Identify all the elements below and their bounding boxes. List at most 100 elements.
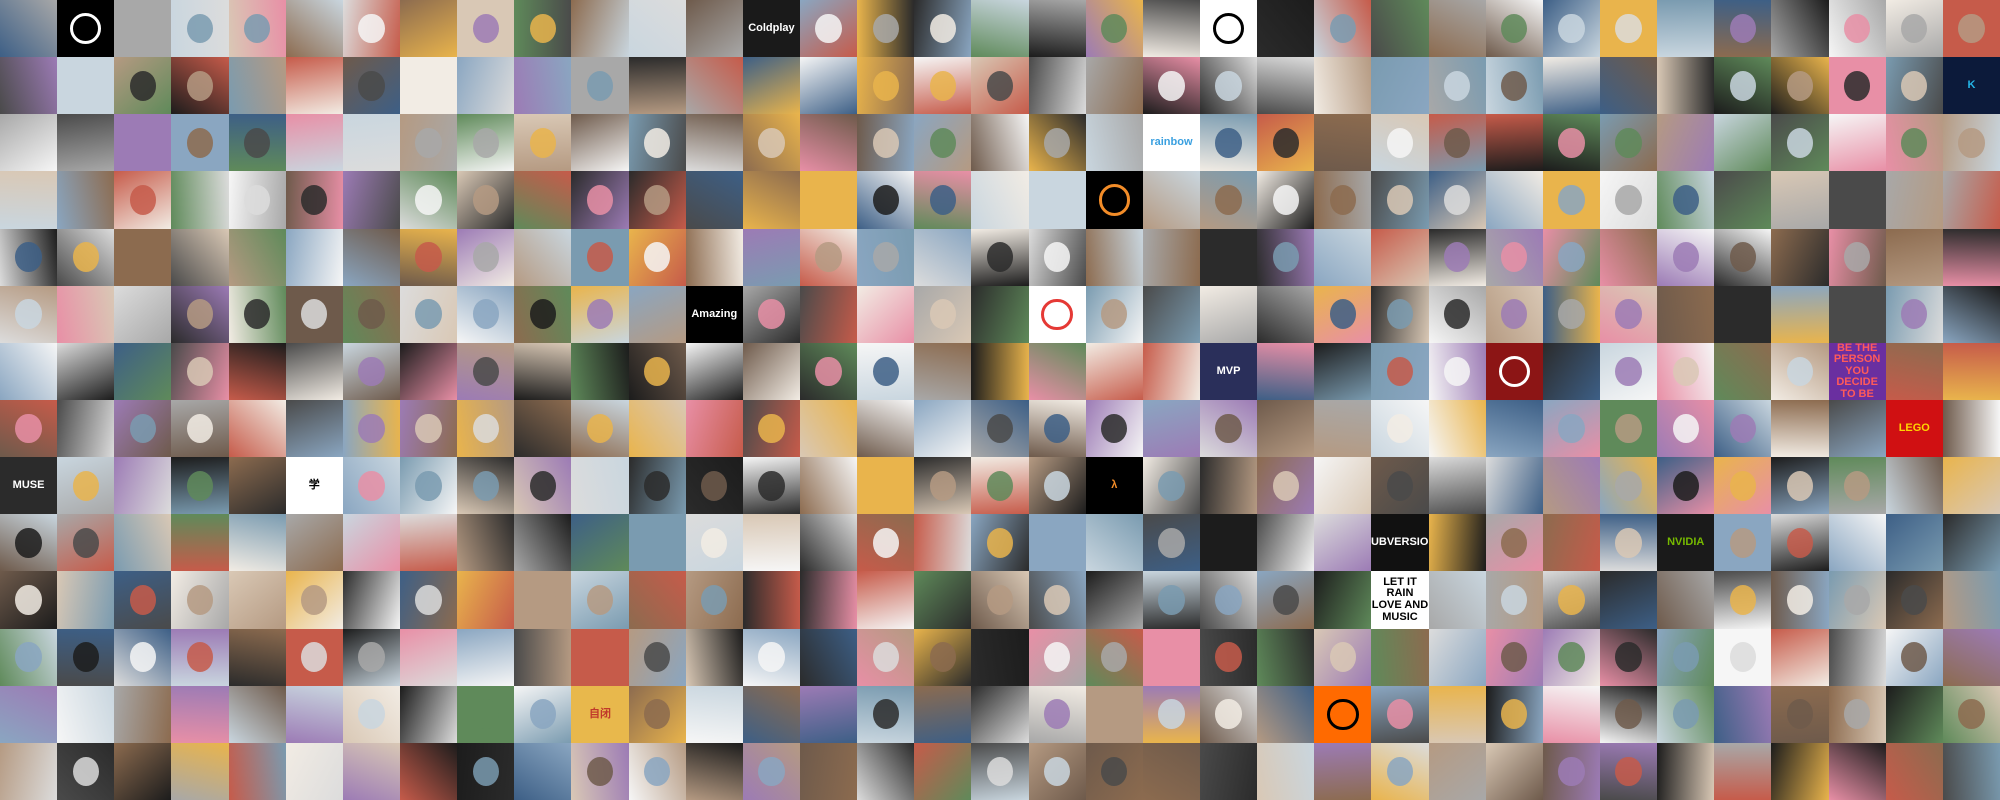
avatar-tile[interactable]	[1371, 114, 1429, 172]
avatar-tile[interactable]	[571, 457, 629, 515]
avatar-tile[interactable]	[1142, 628, 1200, 686]
avatar-tile[interactable]	[285, 399, 343, 458]
avatar-tile-logo-icon[interactable]	[1085, 171, 1143, 229]
avatar-tile[interactable]	[799, 457, 858, 515]
avatar-tile[interactable]	[685, 457, 743, 515]
avatar-tile[interactable]	[114, 285, 172, 343]
avatar-tile[interactable]	[342, 399, 400, 458]
avatar-tile[interactable]	[1142, 285, 1200, 343]
avatar-tile[interactable]	[914, 228, 972, 286]
avatar-tile[interactable]	[1199, 571, 1258, 629]
avatar-tile[interactable]	[1257, 285, 1315, 343]
avatar-tile[interactable]	[799, 57, 858, 115]
avatar-tile[interactable]	[457, 114, 515, 172]
avatar-tile[interactable]	[857, 685, 915, 743]
avatar-tile[interactable]	[285, 57, 343, 115]
avatar-tile[interactable]	[628, 628, 686, 686]
avatar-tile[interactable]	[285, 114, 343, 172]
avatar-tile[interactable]	[742, 57, 800, 115]
avatar-tile[interactable]	[1885, 742, 1943, 800]
avatar-tile[interactable]	[342, 685, 400, 743]
avatar-tile[interactable]	[685, 57, 743, 115]
avatar-tile[interactable]	[971, 228, 1029, 286]
avatar-tile[interactable]	[342, 342, 400, 400]
avatar-tile[interactable]	[1542, 57, 1600, 115]
avatar-tile[interactable]	[799, 0, 858, 58]
avatar-tile[interactable]	[857, 628, 915, 686]
avatar-tile[interactable]	[0, 114, 58, 172]
avatar-tile[interactable]	[514, 457, 572, 515]
avatar-tile[interactable]	[571, 342, 629, 400]
avatar-tile[interactable]	[1599, 0, 1658, 58]
avatar-tile[interactable]	[57, 399, 115, 458]
avatar-tile[interactable]	[342, 57, 400, 115]
avatar-tile[interactable]	[457, 57, 515, 115]
avatar-tile[interactable]	[1085, 514, 1143, 572]
avatar-tile[interactable]	[1085, 0, 1143, 58]
avatar-tile[interactable]	[1485, 742, 1543, 800]
avatar-tile[interactable]	[1199, 514, 1258, 572]
avatar-tile[interactable]	[1657, 742, 1715, 800]
avatar-tile[interactable]	[1885, 228, 1943, 286]
avatar-tile[interactable]	[399, 342, 458, 400]
avatar-tile[interactable]	[1142, 514, 1200, 572]
avatar-tile[interactable]	[399, 514, 458, 572]
avatar-tile[interactable]	[1771, 0, 1829, 58]
avatar-tile[interactable]	[685, 742, 743, 800]
avatar-tile[interactable]	[685, 171, 743, 229]
avatar-tile[interactable]	[914, 171, 972, 229]
avatar-tile[interactable]	[342, 228, 400, 286]
avatar-tile[interactable]	[971, 399, 1029, 458]
avatar-tile[interactable]	[1257, 628, 1315, 686]
avatar-tile[interactable]	[457, 228, 515, 286]
avatar-tile[interactable]	[1371, 342, 1429, 400]
avatar-tile[interactable]	[285, 342, 343, 400]
avatar-tile[interactable]	[1599, 571, 1658, 629]
avatar-tile[interactable]	[628, 342, 686, 400]
avatar-tile[interactable]	[399, 57, 458, 115]
avatar-tile-text[interactable]: Amazing	[685, 285, 743, 343]
avatar-tile[interactable]	[1428, 628, 1486, 686]
avatar-tile[interactable]	[1199, 685, 1258, 743]
avatar-tile[interactable]	[514, 171, 572, 229]
avatar-tile[interactable]	[1314, 57, 1372, 115]
avatar-tile[interactable]	[399, 685, 458, 743]
avatar-tile[interactable]	[628, 57, 686, 115]
avatar-tile[interactable]	[1542, 399, 1600, 458]
avatar-tile[interactable]	[685, 514, 743, 572]
avatar-tile[interactable]	[171, 628, 229, 686]
avatar-tile-text[interactable]: SUBVERSION	[1371, 514, 1429, 572]
avatar-tile[interactable]	[0, 171, 58, 229]
avatar-tile[interactable]	[1257, 0, 1315, 58]
avatar-tile[interactable]	[799, 399, 858, 458]
avatar-tile[interactable]	[57, 742, 115, 800]
avatar-tile[interactable]	[571, 171, 629, 229]
avatar-tile[interactable]	[1828, 285, 1886, 343]
avatar-tile[interactable]	[1314, 342, 1372, 400]
avatar-tile[interactable]	[1599, 742, 1658, 800]
avatar-tile[interactable]	[1542, 457, 1600, 515]
avatar-tile[interactable]	[1028, 399, 1086, 458]
avatar-tile[interactable]	[1657, 628, 1715, 686]
avatar-tile[interactable]	[57, 57, 115, 115]
avatar-tile[interactable]	[1714, 628, 1772, 686]
avatar-tile[interactable]	[1085, 571, 1143, 629]
avatar-tile[interactable]	[514, 228, 572, 286]
avatar-tile[interactable]	[342, 628, 400, 686]
avatar-tile[interactable]	[1828, 685, 1886, 743]
avatar-tile[interactable]	[171, 0, 229, 58]
avatar-tile[interactable]	[1028, 685, 1086, 743]
avatar-tile[interactable]	[1142, 0, 1200, 58]
avatar-tile[interactable]	[1142, 342, 1200, 400]
avatar-tile[interactable]	[399, 171, 458, 229]
avatar-tile[interactable]	[1942, 685, 2000, 743]
avatar-tile[interactable]	[1142, 399, 1200, 458]
avatar-tile[interactable]	[1599, 342, 1658, 400]
avatar-tile[interactable]	[1485, 57, 1543, 115]
avatar-tile[interactable]	[685, 228, 743, 286]
avatar-tile[interactable]	[228, 457, 286, 515]
avatar-tile[interactable]	[1314, 0, 1372, 58]
avatar-tile[interactable]	[742, 742, 800, 800]
avatar-tile[interactable]	[1599, 457, 1658, 515]
avatar-tile[interactable]	[914, 57, 972, 115]
